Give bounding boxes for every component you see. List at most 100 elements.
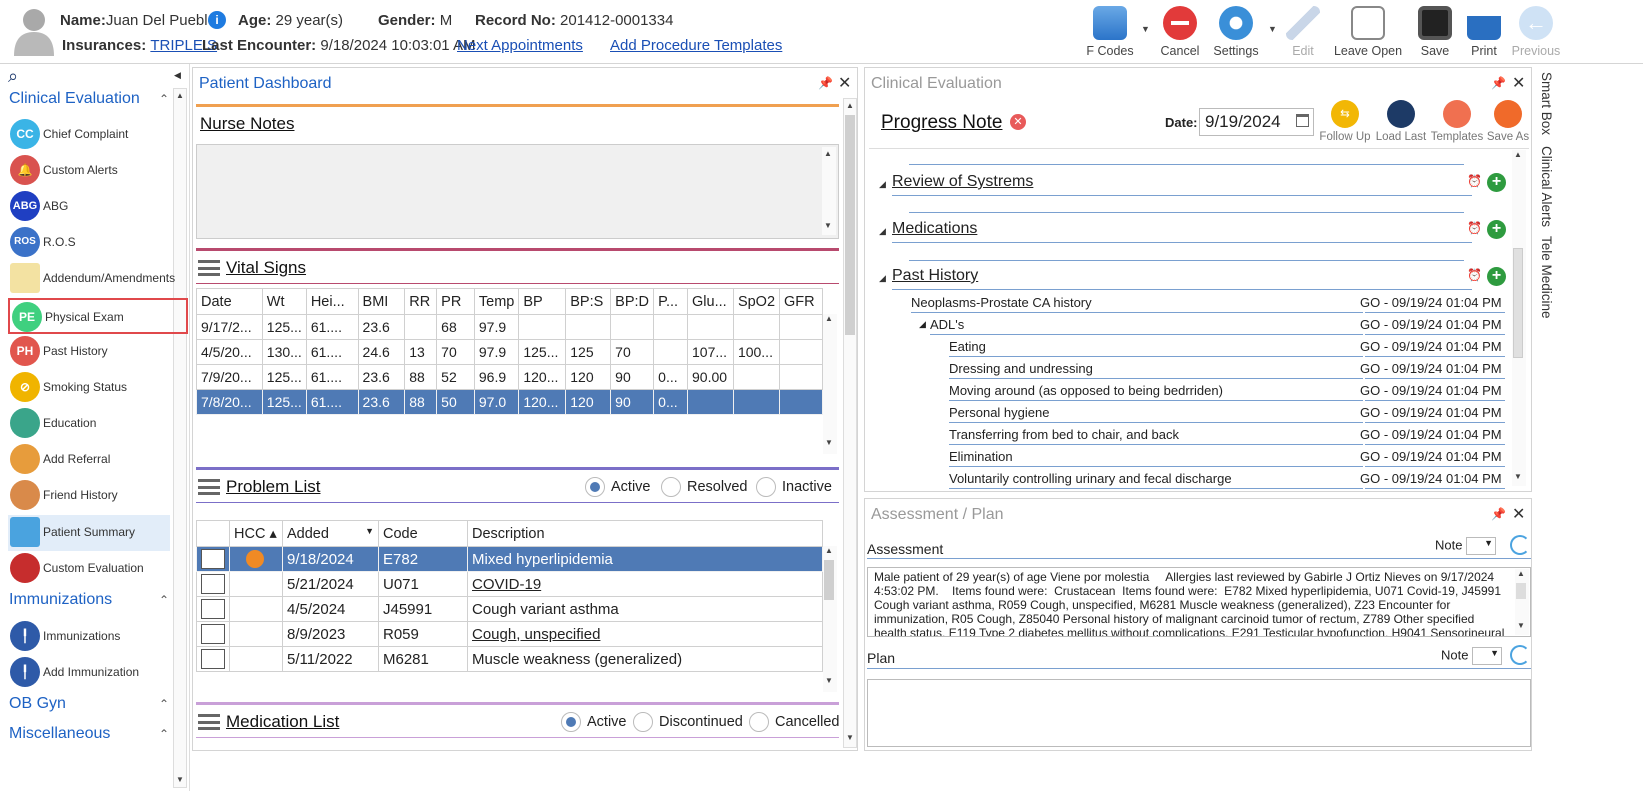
nurse-notes-textarea[interactable]: ▲ ▼ [196,144,839,239]
medication-filter-cancelled[interactable]: Cancelled [749,712,840,732]
save-button[interactable]: Save [1407,4,1463,58]
sidebar-item-ros[interactable]: ROS R.O.S [8,225,188,261]
expand-triangle-icon[interactable]: ◢ [919,319,926,330]
vital-signs-row[interactable]: 7/8/20... 125... 61.... 23.6 88 50 97.0 120... 1… [196,389,823,415]
sidebar-item-past-history[interactable]: PH Past History [8,334,188,370]
plan-textarea[interactable] [867,679,1531,747]
problem-filter-active[interactable]: Active [585,477,651,497]
sidebar-item-education[interactable]: Education [8,406,188,442]
row-checkbox[interactable] [196,596,230,622]
save-as-button[interactable]: Save As [1483,100,1531,143]
hamburger-menu-icon[interactable] [198,260,220,276]
nurse-notes-scrollbar[interactable]: ▲ ▼ [822,147,836,235]
vital-signs-row[interactable]: 9/17/2... 125... 61.... 23.6 68 97.9 [196,314,823,340]
sidebar-item-custom-alerts[interactable]: 🔔 Custom Alerts [8,153,188,189]
sidebar-item-add-referral[interactable]: Add Referral [8,442,188,478]
vitals-col-header[interactable]: Date [196,288,263,315]
next-appointments-link[interactable]: Next Appointments [457,37,583,54]
pin-icon[interactable]: 📌 [1491,507,1506,521]
print-button[interactable]: Print [1456,4,1512,58]
sidebar-item-abg[interactable]: ABG ABG [8,189,188,225]
calendar-icon[interactable] [1296,114,1309,127]
alarm-clock-icon[interactable]: ⏰ [1467,221,1482,235]
sidebar-item-smoking-status[interactable]: ⊘ Smoking Status [8,370,188,406]
plan-note-control[interactable]: Note ▼ [1441,647,1503,665]
previous-button[interactable]: ← Previous [1508,4,1564,58]
sidebar-item-physical-exam[interactable]: PE Physical Exam [8,298,188,334]
assessment-textarea[interactable]: Male patient of 29 year(s) of age Viene … [867,567,1531,637]
row-checkbox[interactable] [196,621,230,647]
close-icon[interactable]: ✕ [1512,504,1525,524]
pin-icon[interactable]: 📌 [818,76,833,90]
vital-signs-scrollbar[interactable]: ▲ ▼ [823,314,837,454]
note-format-icon[interactable]: ▼ [1472,647,1503,665]
checkbox-icon[interactable] [201,574,225,594]
sidebar-item-custom-evaluation[interactable]: Custom Evaluation [8,551,188,587]
past-history-item[interactable]: Dressing and undressing [949,361,1093,376]
templates-button[interactable]: Templates [1429,100,1485,143]
expand-triangle-icon[interactable]: ◢ [879,226,886,237]
pin-icon[interactable]: 📌 [1491,76,1506,90]
medication-filter-active[interactable]: Active [561,712,627,732]
problem-desc-cell[interactable]: Cough, unspecified [467,621,823,647]
vitals-col-header[interactable]: Glu... [687,288,734,315]
problem-row[interactable]: 9/18/2024 E782 Mixed hyperlipidemia [196,546,823,572]
section-ob-gyn[interactable]: OB Gyn ⌃ [9,695,169,713]
collapse-sidebar-icon[interactable]: ◀ [174,70,181,81]
section-miscellaneous[interactable]: Miscellaneous ⌃ [9,725,169,743]
info-icon[interactable]: i [208,11,226,29]
add-procedure-templates-link[interactable]: Add Procedure Templates [610,37,782,54]
sidebar-item-add-immunization[interactable]: ╿ Add Immunization [8,655,188,691]
checkbox-icon[interactable] [201,599,225,619]
alarm-clock-icon[interactable]: ⏰ [1467,174,1482,188]
refresh-icon[interactable] [1510,535,1530,555]
col-added[interactable]: Added ▼ [282,520,379,547]
sidebar-item-friend-history[interactable]: Friend History [8,478,188,514]
sidebar-item-chief-complaint[interactable]: CC Chief Complaint [8,117,188,153]
add-section-item-icon[interactable]: + [1487,267,1506,286]
dashboard-scrollbar[interactable]: ▲ ▼ [843,98,857,748]
vitals-col-header[interactable]: BP [518,288,567,315]
close-icon[interactable]: ✕ [1512,73,1525,93]
expand-triangle-icon[interactable]: ◢ [879,179,886,190]
checkbox-icon[interactable] [201,549,225,569]
checkbox-icon[interactable] [201,649,225,669]
past-history-item[interactable]: Neoplasms-Prostate CA history [911,295,1092,310]
search-icon[interactable]: ⌕ [8,66,18,87]
vitals-col-header[interactable]: SpO2 [732,288,781,315]
load-last-button[interactable]: Load Last [1373,100,1429,143]
edit-button[interactable]: Edit [1275,4,1331,58]
leave-open-button[interactable]: Leave Open [1332,4,1404,58]
problem-row[interactable]: 8/9/2023 R059 Cough, unspecified [196,621,823,647]
problem-desc-cell[interactable]: COVID-19 [467,571,823,597]
problem-row[interactable]: 5/21/2024 U071 COVID-19 [196,571,823,597]
cancel-button[interactable]: Cancel [1152,4,1208,58]
section-clinical-evaluation[interactable]: Clinical Evaluation ⌃ [9,90,169,108]
past-history-item[interactable]: Transferring from bed to chair, and back [949,427,1179,442]
alarm-clock-icon[interactable]: ⏰ [1467,268,1482,282]
vitals-col-header[interactable]: RR [404,288,438,315]
past-history-item[interactable]: Moving around (as opposed to being bedrr… [949,383,1223,398]
vital-signs-row[interactable]: 4/5/20... 130... 61.... 24.6 13 70 97.9 125... 1… [196,339,823,365]
checkbox-icon[interactable] [201,624,225,644]
row-checkbox[interactable] [196,646,230,672]
problem-filter-inactive[interactable]: Inactive [756,477,832,497]
vitals-col-header[interactable]: Wt [261,288,307,315]
vitals-col-header[interactable]: P... [653,288,688,315]
f-codes-dropdown-icon[interactable]: ▼ [1141,24,1150,34]
problem-list-scrollbar[interactable]: ▲ ▼ [823,546,837,692]
problem-filter-resolved[interactable]: Resolved [661,477,747,497]
col-hcc[interactable]: HCC ▴ [229,520,283,547]
hamburger-menu-icon[interactable] [198,714,220,730]
col-description[interactable]: Description [467,520,823,547]
expand-triangle-icon[interactable]: ◢ [879,273,886,284]
close-icon[interactable]: ✕ [838,73,851,93]
past-history-item[interactable]: Personal hygiene [949,405,1049,420]
date-field[interactable]: 9/19/2024 [1199,108,1314,136]
sidebar-item-addendum[interactable]: Addendum/Amendments [8,261,188,297]
vitals-col-header[interactable]: Hei... [305,288,359,315]
sidebar-item-patient-summary[interactable]: Patient Summary [8,515,170,551]
add-section-item-icon[interactable]: + [1487,220,1506,239]
past-history-item[interactable]: Elimination [949,449,1013,464]
section-immunizations[interactable]: Immunizations ⌃ [9,591,169,609]
